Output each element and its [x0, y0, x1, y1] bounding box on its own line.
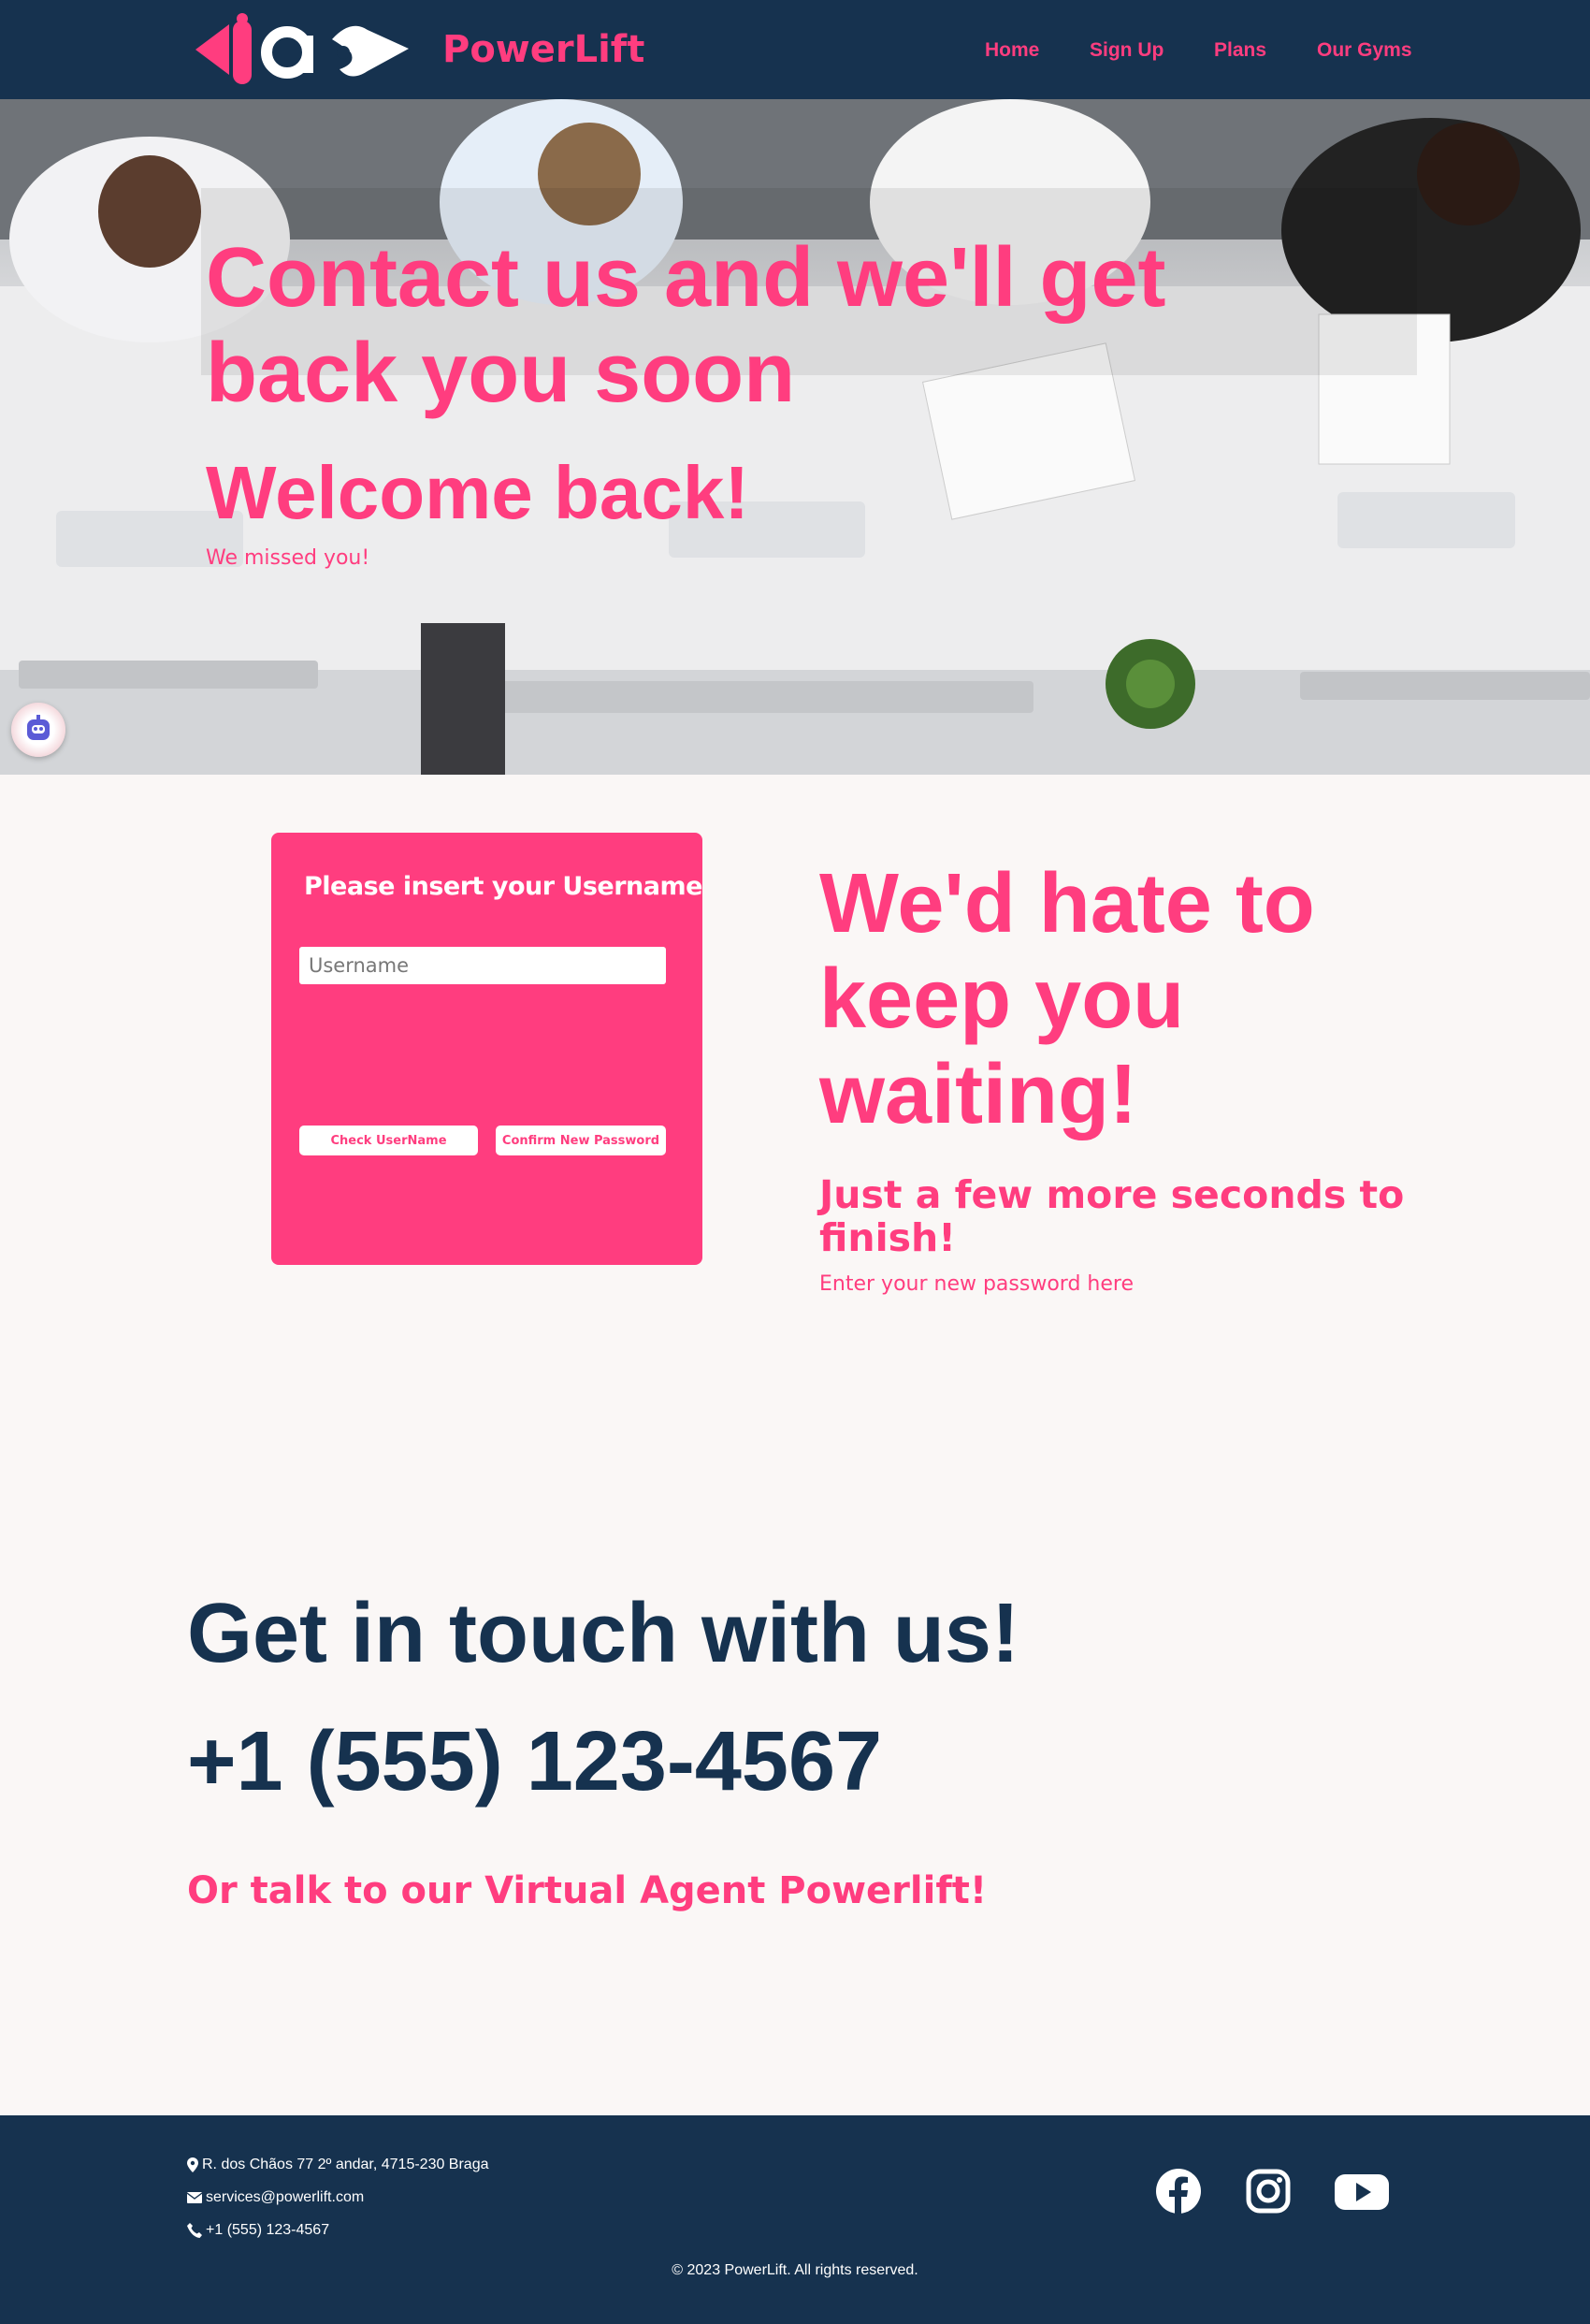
copyright: © 2023 PowerLift. All rights reserved. — [672, 2262, 918, 2278]
hero-title: Contact us and we'll get back you soon — [206, 231, 1166, 420]
contact-title: Get in touch with us! — [187, 1587, 1019, 1680]
nav-plans[interactable]: Plans — [1214, 39, 1266, 62]
phone-icon — [187, 2223, 202, 2238]
check-username-button[interactable]: Check UserName — [299, 1126, 478, 1155]
username-input[interactable] — [299, 947, 666, 984]
brand-name[interactable]: PowerLift — [442, 28, 644, 71]
nav-our-gyms[interactable]: Our Gyms — [1317, 39, 1412, 62]
footer: R. dos Chãos 77 2º andar, 4715-230 Braga… — [0, 2115, 1590, 2324]
bot-icon — [27, 715, 50, 740]
envelope-icon — [187, 2192, 202, 2203]
footer-address: R. dos Chãos 77 2º andar, 4715-230 Braga — [187, 2157, 489, 2173]
new-password-hint: Enter your new password here — [819, 1272, 1134, 1296]
nav-sign-up[interactable]: Sign Up — [1090, 39, 1164, 62]
waiting-subtitle: Just a few more seconds to finish! — [819, 1172, 1405, 1260]
footer-phone: +1 (555) 123-4567 — [187, 2222, 329, 2239]
footer-email: services@powerlift.com — [187, 2189, 364, 2206]
hero-office-photo — [0, 99, 1590, 775]
navbar: PowerLift Home Sign Up Plans Our Gyms — [0, 0, 1590, 99]
form-title: Please insert your Username — [304, 872, 702, 901]
phone-text[interactable]: +1 (555) 123-4567 — [206, 2222, 329, 2239]
hero-missed-text: We missed you! — [206, 546, 370, 570]
hero-welcome: Welcome back! — [206, 451, 749, 534]
virtual-agent-link[interactable]: Or talk to our Virtual Agent Powerlift! — [187, 1869, 987, 1912]
map-marker-icon — [187, 2157, 198, 2172]
username-form-card: Please insert your Username Check UserNa… — [271, 833, 702, 1265]
address-text: R. dos Chãos 77 2º andar, 4715-230 Braga — [202, 2157, 489, 2172]
chat-widget-button[interactable] — [11, 703, 65, 757]
waiting-title: We'd hate to keep you waiting! — [819, 857, 1315, 1141]
hero-banner: Contact us and we'll get back you soon W… — [0, 99, 1590, 775]
powerlift-logo-icon[interactable] — [192, 11, 412, 88]
nav-home[interactable]: Home — [985, 39, 1039, 62]
contact-phone: +1 (555) 123-4567 — [187, 1715, 883, 1808]
facebook-icon[interactable] — [1153, 2166, 1204, 2216]
confirm-password-button[interactable]: Confirm New Password — [496, 1126, 666, 1155]
instagram-icon[interactable] — [1243, 2166, 1294, 2216]
email-text[interactable]: services@powerlift.com — [206, 2189, 364, 2206]
youtube-icon[interactable] — [1333, 2166, 1391, 2216]
